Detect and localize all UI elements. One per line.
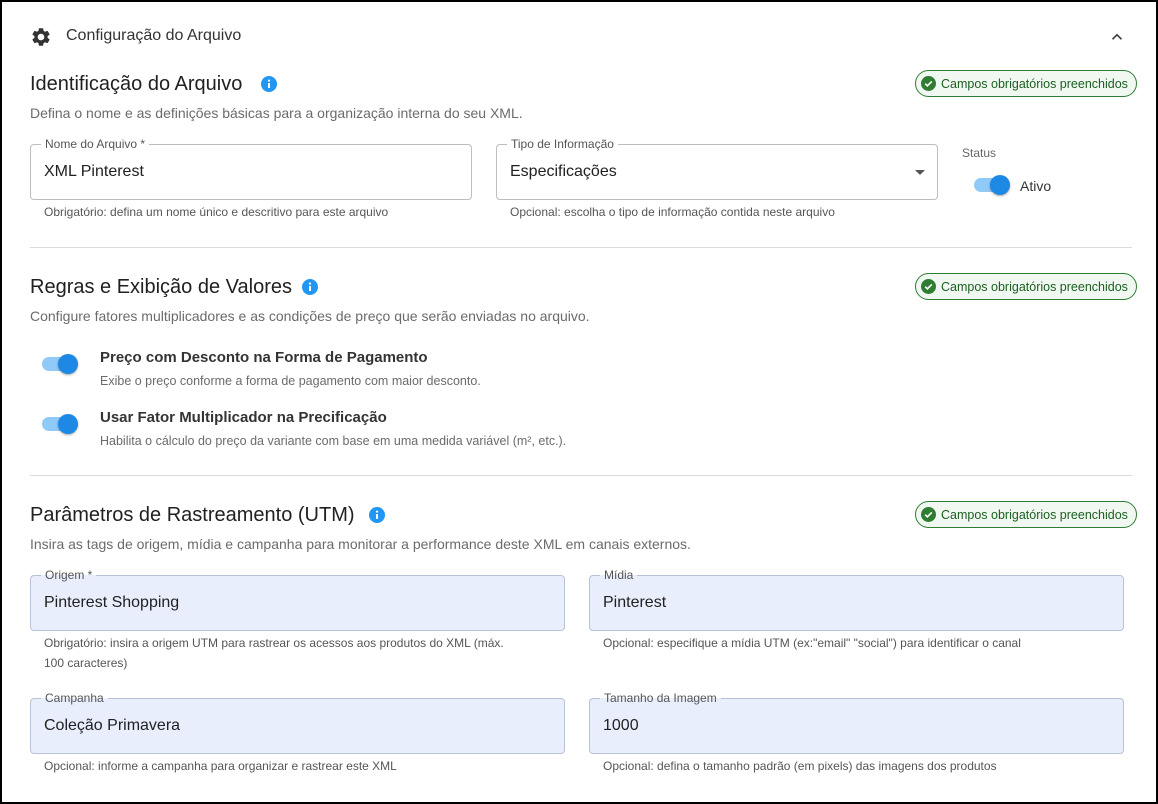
file-name-field[interactable]: Nome do Arquivo * XML Pinterest <box>30 136 472 200</box>
field-helper: Opcional: informe a campanha para organi… <box>44 759 397 773</box>
field-value: Coleção Primavera <box>44 717 181 734</box>
section-description: Configure fatores multiplicadores e as c… <box>30 308 590 324</box>
multiplier-factor-toggle[interactable] <box>40 412 80 436</box>
gear-icon <box>32 28 50 46</box>
field-label: Nome do Arquivo * <box>41 136 150 152</box>
info-icon[interactable] <box>369 507 385 523</box>
status-badge: Campos obrigatórios preenchidos <box>915 273 1137 300</box>
section-title-identificacao: Identificação do Arquivo <box>30 73 243 95</box>
check-circle-icon <box>921 76 936 91</box>
section-description: Defina o nome e as definições básicas pa… <box>30 105 523 121</box>
utm-medium-field[interactable]: Mídia Pinterest <box>589 567 1124 631</box>
field-value: Especificações <box>510 163 617 180</box>
field-label: Tamanho da Imagem <box>600 690 721 706</box>
toggle-thumb <box>58 354 78 374</box>
section-title-utm: Parâmetros de Rastreamento (UTM) <box>30 504 355 526</box>
option-description: Exibe o preço conforme a forma de pagame… <box>100 374 481 388</box>
panel-header[interactable]: Configuração do Arquivo <box>30 24 1140 50</box>
option-title: Usar Fator Multiplicador na Precificação <box>100 409 387 426</box>
option-title: Preço com Desconto na Forma de Pagamento <box>100 349 428 366</box>
badge-label: Campos obrigatórios preenchidos <box>941 279 1128 294</box>
field-helper-line: 100 caracteres) <box>44 656 128 670</box>
info-icon[interactable] <box>302 279 318 295</box>
status-badge: Campos obrigatórios preenchidos <box>915 70 1137 97</box>
check-circle-icon <box>921 279 936 294</box>
field-value: Pinterest <box>603 594 667 611</box>
field-helper: Opcional: escolha o tipo de informação c… <box>510 205 835 219</box>
badge-label: Campos obrigatórios preenchidos <box>941 76 1128 91</box>
utm-source-field[interactable]: Origem * Pinterest Shopping <box>30 567 565 631</box>
field-value: 1000 <box>603 717 639 734</box>
image-size-field[interactable]: Tamanho da Imagem 1000 <box>589 690 1124 754</box>
section-title-regras: Regras e Exibição de Valores <box>30 276 292 298</box>
field-helper: Obrigatório: defina um nome único e desc… <box>44 205 389 219</box>
panel-title: Configuração do Arquivo <box>66 27 242 44</box>
status-value: Ativo <box>1020 178 1052 194</box>
divider <box>30 247 1132 248</box>
field-value: XML Pinterest <box>44 163 144 180</box>
field-helper-line: Obrigatório: insira a origem UTM para ra… <box>44 636 504 650</box>
section-description: Insira as tags de origem, mídia e campan… <box>30 536 691 552</box>
info-type-select[interactable]: Tipo de Informação Especificações <box>496 136 938 200</box>
field-helper: Obrigatório: insira a origem UTM para ra… <box>44 633 504 673</box>
field-label: Mídia <box>600 567 638 583</box>
field-label: Origem * <box>41 567 97 583</box>
status-label: Status <box>962 146 997 160</box>
option-description: Habilita o cálculo do preço da variante … <box>100 434 567 448</box>
divider <box>30 475 1132 476</box>
status-toggle[interactable] <box>972 173 1012 197</box>
chevron-up-icon[interactable] <box>1108 28 1126 46</box>
badge-label: Campos obrigatórios preenchidos <box>941 507 1128 522</box>
field-helper: Opcional: especifique a mídia UTM (ex:"e… <box>603 636 1021 650</box>
field-label: Tipo de Informação <box>507 136 618 152</box>
utm-campaign-field[interactable]: Campanha Coleção Primavera <box>30 690 565 754</box>
field-value: Pinterest Shopping <box>44 594 180 611</box>
discount-price-toggle[interactable] <box>40 352 80 376</box>
field-label: Campanha <box>41 690 108 706</box>
info-icon[interactable] <box>261 76 277 92</box>
dropdown-arrow-icon[interactable] <box>915 170 925 175</box>
field-helper: Opcional: defina o tamanho padrão (em pi… <box>603 759 997 773</box>
config-panel: Configuração do Arquivo Identificação do… <box>0 0 1158 804</box>
toggle-thumb <box>58 414 78 434</box>
status-badge: Campos obrigatórios preenchidos <box>915 501 1137 528</box>
check-circle-icon <box>921 507 936 522</box>
toggle-thumb <box>990 175 1010 195</box>
